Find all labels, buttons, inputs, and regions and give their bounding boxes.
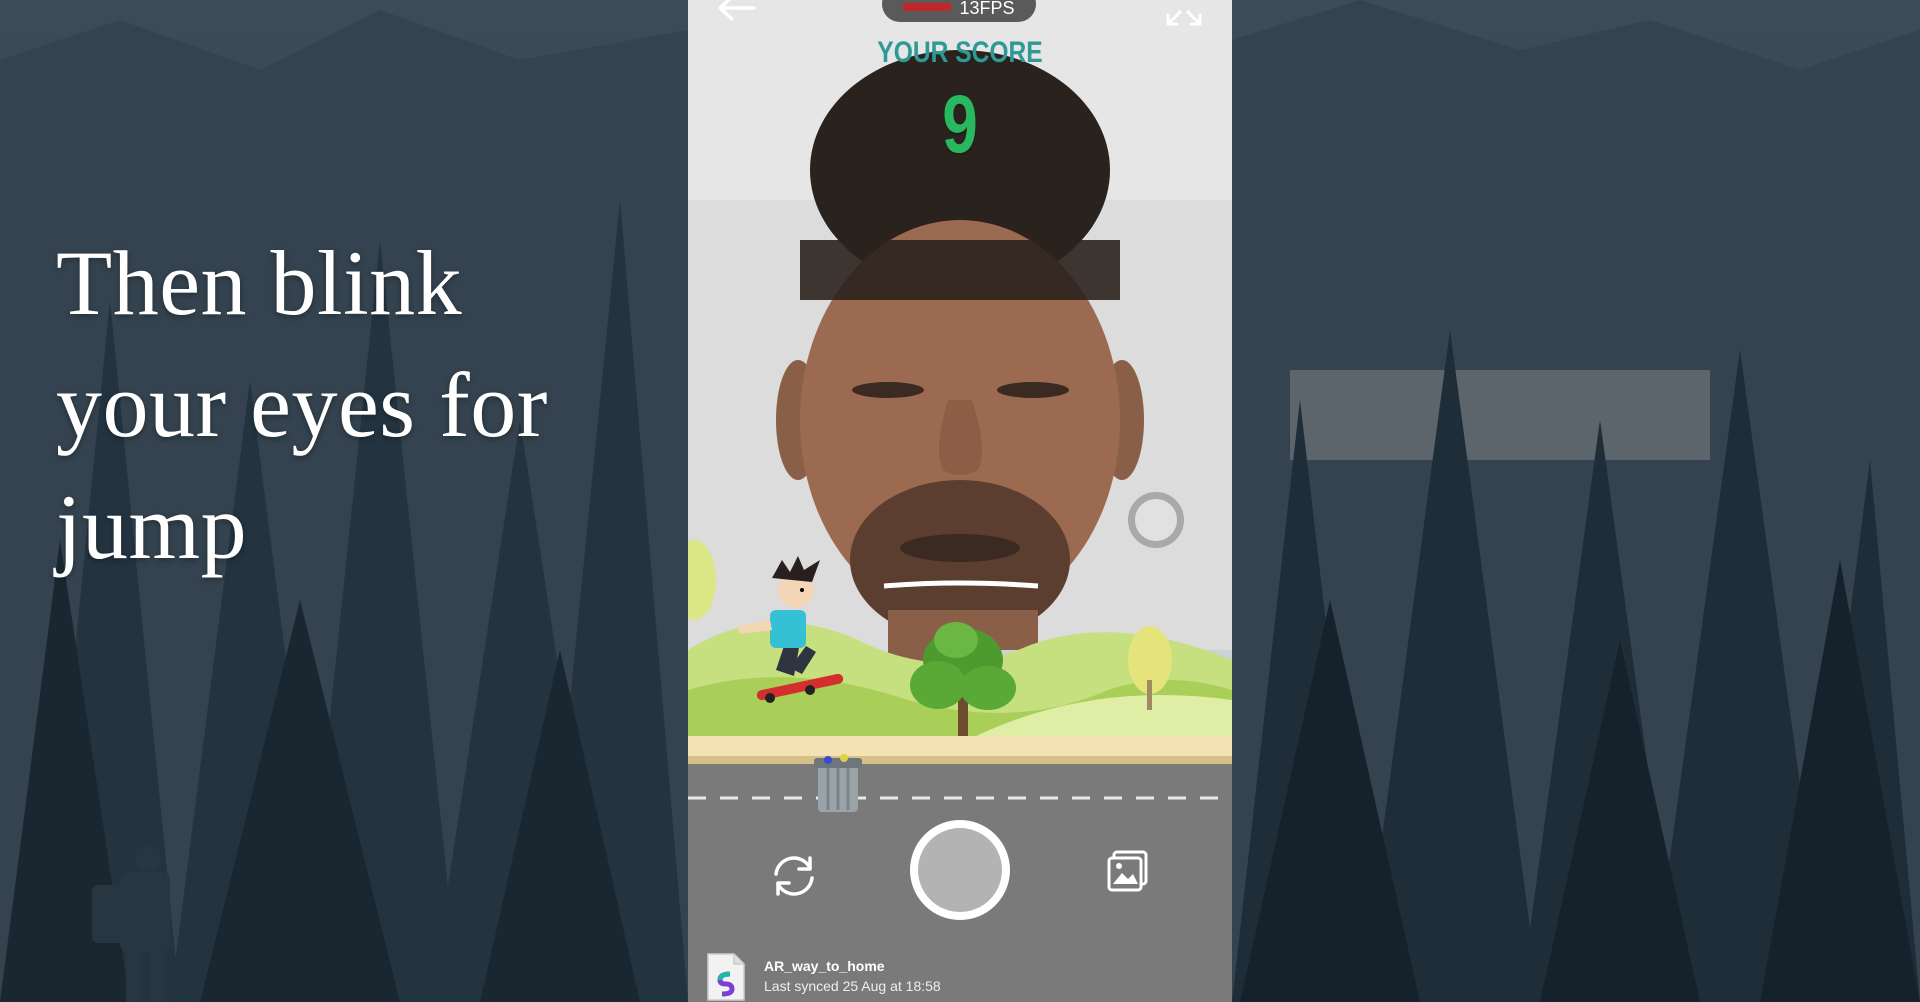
expand-icon[interactable] <box>1164 0 1204 28</box>
switch-camera-icon[interactable] <box>766 848 822 904</box>
fps-text: 13FPS <box>959 0 1015 18</box>
gallery-icon[interactable] <box>1106 848 1150 892</box>
score-label: YOUR SCORE <box>877 36 1043 69</box>
score-value: 9 <box>942 79 978 170</box>
last-synced-text: Last synced 25 Aug at 18:58 <box>764 978 941 994</box>
fps-bar <box>903 3 952 11</box>
project-name: AR_way_to_home <box>764 958 885 974</box>
instruction-caption: Then blink your eyes for jump <box>56 222 676 588</box>
phone-screen: 13FPS YOUR SCORE 9 AR_way_to_home Last s… <box>688 0 1232 1002</box>
fps-indicator: 13FPS <box>882 0 1036 22</box>
caption-line-1: Then blink <box>56 232 463 334</box>
shutter-button[interactable] <box>910 820 1010 920</box>
tracking-ring <box>1128 492 1184 548</box>
caption-line-2: your eyes for <box>56 354 548 456</box>
back-arrow-icon[interactable] <box>714 0 758 28</box>
project-info-bar: AR_way_to_home Last synced 25 Aug at 18:… <box>688 944 1232 1002</box>
camera-controls <box>688 806 1232 936</box>
caption-line-3: jump <box>56 476 248 578</box>
file-icon <box>707 953 745 1001</box>
